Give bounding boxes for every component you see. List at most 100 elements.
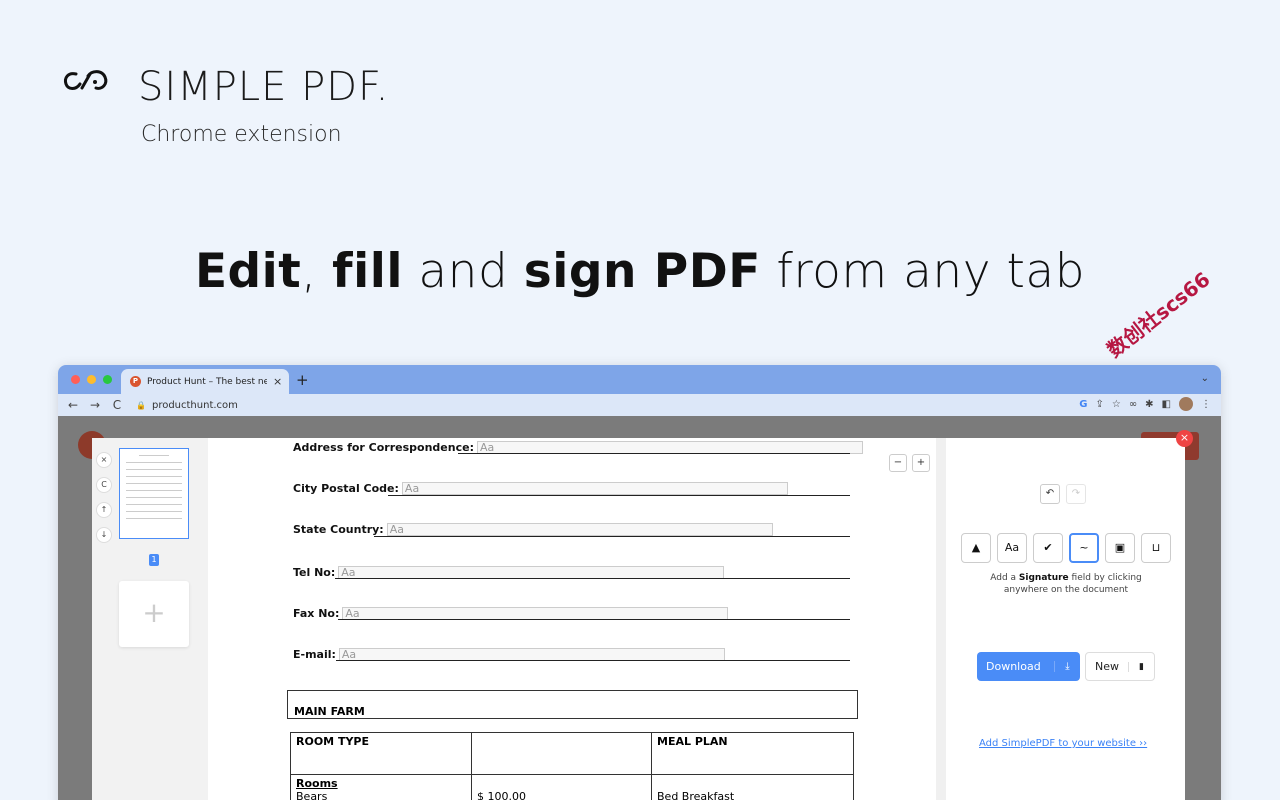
- text-tool-icon[interactable]: Aa: [997, 533, 1027, 563]
- underline: [388, 495, 850, 496]
- field-label: E-mail:: [293, 648, 336, 661]
- side-panel-icon[interactable]: ◧: [1162, 399, 1171, 410]
- headline-edit: Edit: [194, 244, 302, 299]
- table-cell: Bed Breakfast: [651, 774, 854, 800]
- new-tab-button[interactable]: +: [296, 371, 309, 389]
- tab-close-icon[interactable]: ×: [273, 375, 282, 388]
- back-button[interactable]: ←: [62, 398, 84, 412]
- forward-button[interactable]: →: [84, 398, 106, 412]
- image-tool-icon[interactable]: ▣: [1105, 533, 1135, 563]
- share-icon[interactable]: ⇪: [1095, 399, 1103, 410]
- url-text: producthunt.com: [151, 399, 238, 411]
- menu-kebab-icon[interactable]: ⋮: [1201, 399, 1211, 410]
- infinity-loop-icon: [64, 70, 108, 90]
- close-window-button[interactable]: [71, 375, 80, 384]
- field-tel: Tel No: Aa: [293, 563, 725, 579]
- signature-tool-icon[interactable]: ~: [1069, 533, 1099, 563]
- checkbox-tool-icon[interactable]: ✔: [1033, 533, 1063, 563]
- underline: [336, 660, 850, 661]
- headline-sign: sign PDF: [523, 244, 761, 299]
- brand-subtitle: Chrome extension: [141, 122, 342, 147]
- meal-plan: Bed Breakfast: [657, 790, 735, 800]
- underline: [338, 619, 850, 620]
- table-header-row: ROOM TYPE MEAL PLAN: [290, 732, 854, 775]
- extensions-puzzle-icon[interactable]: ✱: [1145, 399, 1153, 410]
- minimize-window-button[interactable]: [87, 375, 96, 384]
- brand-logo: SIMPLE PDF.: [62, 64, 388, 110]
- headline-and: and: [402, 244, 524, 299]
- table-cell: $ 100.00: [471, 774, 652, 800]
- download-button[interactable]: Download ⤓: [977, 652, 1080, 681]
- undo-icon[interactable]: ↶: [1040, 484, 1060, 504]
- field-label: Fax No:: [293, 607, 340, 620]
- table-header-cell: [471, 732, 652, 775]
- window-controls: [71, 375, 112, 384]
- history-controls: ↶ ↷: [1040, 484, 1086, 504]
- download-label: Download: [986, 660, 1041, 673]
- brand-name: SIMPLE PDF.: [138, 64, 390, 110]
- zoom-out-icon[interactable]: −: [889, 454, 907, 472]
- browser-window: P Product Hunt – The best new p × + ⌄ ← …: [58, 365, 1221, 800]
- table-row: Rooms Bears $ 100.00 Bed Breakfast: [290, 774, 854, 800]
- download-icon: ⤓: [1054, 661, 1080, 672]
- simplepdf-extension-icon[interactable]: ∞: [1129, 399, 1137, 410]
- chevron-down-icon[interactable]: ⌄: [1201, 373, 1209, 384]
- rooms-heading: Rooms: [296, 777, 338, 790]
- boxed-text-tool-icon[interactable]: ⊔: [1141, 533, 1171, 563]
- delete-page-icon[interactable]: ×: [96, 452, 112, 468]
- tab-bar: P Product Hunt – The best new p × + ⌄: [58, 365, 1221, 394]
- browser-tab[interactable]: P Product Hunt – The best new p ×: [121, 369, 289, 394]
- tool-bar: ▲ Aa ✔ ~ ▣ ⊔: [961, 533, 1171, 563]
- text-field[interactable]: Aa: [401, 482, 788, 495]
- room-name: Bears: [296, 790, 328, 800]
- page-number-badge: 1: [149, 554, 159, 566]
- avatar[interactable]: [1179, 397, 1193, 411]
- redo-icon[interactable]: ↷: [1066, 484, 1086, 504]
- table-header-cell: ROOM TYPE: [290, 732, 472, 775]
- add-page-button[interactable]: +: [119, 581, 189, 647]
- page-thumbnail[interactable]: [119, 448, 189, 539]
- zoom-controls: − +: [889, 454, 930, 472]
- main-farm-heading: MAIN FARM: [287, 690, 858, 719]
- field-label: Address for Correspondence:: [293, 441, 474, 454]
- reload-button[interactable]: C: [106, 398, 128, 412]
- document-icon: ▮: [1128, 661, 1154, 672]
- maximize-window-button[interactable]: [103, 375, 112, 384]
- thumbnail-tools: × C ↑ ↓: [96, 452, 112, 543]
- field-email: E-mail: Aa: [293, 645, 725, 661]
- page-content: × C ↑ ↓ 1 + − + Address for Corresponden…: [58, 416, 1221, 800]
- underline: [335, 578, 850, 579]
- pdf-editor: × C ↑ ↓ 1 + − + Address for Corresponden…: [92, 430, 1193, 800]
- field-fax: Fax No: Aa: [293, 604, 729, 620]
- tool-hint: Add a Signature field by clicking anywhe…: [990, 573, 1142, 595]
- address-bar: ← → C 🔒 producthunt.com G ⇪ ☆ ∞ ✱ ◧ ⋮: [58, 394, 1221, 416]
- zoom-in-icon[interactable]: +: [912, 454, 930, 472]
- rotate-page-icon[interactable]: C: [96, 477, 112, 493]
- field-city: City Postal Code: Aa: [293, 479, 788, 495]
- underline: [458, 453, 850, 454]
- select-cursor-icon[interactable]: ▲: [961, 533, 991, 563]
- move-up-icon[interactable]: ↑: [96, 502, 112, 518]
- lock-icon: 🔒: [136, 400, 146, 410]
- toolbar-icons: G ⇪ ☆ ∞ ✱ ◧ ⋮: [1079, 397, 1211, 411]
- google-icon[interactable]: G: [1079, 399, 1087, 410]
- text-field[interactable]: Aa: [386, 523, 773, 536]
- headline: Edit, fill and sign PDF from any tab: [0, 244, 1280, 299]
- room-table: ROOM TYPE MEAL PLAN Rooms Bears $ 100.00 …: [290, 732, 854, 800]
- move-down-icon[interactable]: ↓: [96, 527, 112, 543]
- field-label: Tel No:: [293, 566, 336, 579]
- thumbnail-sidebar: × C ↑ ↓ 1 +: [92, 438, 208, 800]
- pdf-document[interactable]: − + Address for Correspondence: Aa City …: [208, 438, 936, 800]
- url-field[interactable]: 🔒 producthunt.com: [136, 400, 238, 411]
- field-label: City Postal Code:: [293, 482, 399, 495]
- close-icon[interactable]: ×: [1176, 430, 1193, 447]
- field-state: State Country: Aa: [293, 520, 773, 536]
- star-icon[interactable]: ☆: [1112, 399, 1121, 410]
- add-to-website-link[interactable]: Add SimplePDF to your website ››: [979, 738, 1147, 749]
- table-cell: Rooms Bears: [290, 774, 472, 800]
- tab-title: Product Hunt – The best new p: [147, 376, 267, 387]
- headline-sep: ,: [301, 244, 333, 299]
- new-document-button[interactable]: New ▮: [1085, 652, 1155, 681]
- producthunt-favicon-icon: P: [130, 376, 141, 387]
- room-price: $ 100.00: [477, 790, 526, 800]
